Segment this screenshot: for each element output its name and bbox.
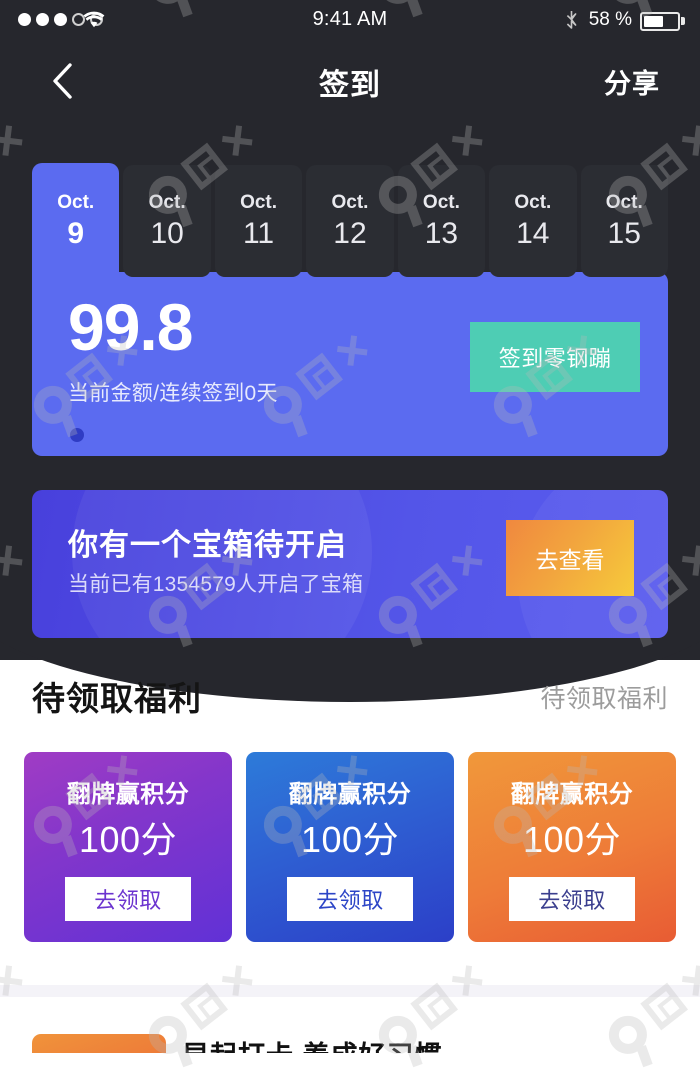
date-tab-1[interactable]: Oct. 10 <box>123 165 211 277</box>
carousel-page-dot[interactable] <box>70 428 84 442</box>
bluetooth-icon <box>566 11 577 29</box>
habit-title: 早起打卡 养成好习惯 <box>182 1034 443 1053</box>
date-tab-month: Oct. <box>57 192 95 214</box>
welfare-card-value: 100分 <box>300 819 400 860</box>
signin-card: 99.8 当前金额/连续签到0天 签到零钢蹦 <box>32 272 668 456</box>
date-tab-0[interactable]: Oct. 9 <box>32 163 120 279</box>
date-tab-4[interactable]: Oct. 13 <box>397 165 486 277</box>
welfare-card[interactable]: 翻牌赢积分 100分 去领取 <box>24 752 232 942</box>
date-tab-day: 14 <box>516 216 550 250</box>
date-tab-5[interactable]: Oct. 14 <box>489 165 577 277</box>
habit-list-item[interactable]: 早起打卡 养成好习惯 <box>0 1030 700 1053</box>
welfare-section-title: 待领取福利 <box>32 680 202 717</box>
status-bar: 9:41 AM 58 % <box>0 0 700 40</box>
treasure-box-banner[interactable]: 你有一个宝箱待开启 当前已有1354579人开启了宝箱 去查看 <box>32 490 668 638</box>
date-tab-3[interactable]: Oct. 12 <box>306 165 394 277</box>
date-tab-day: 9 <box>67 216 85 250</box>
welfare-card-value: 100分 <box>78 819 178 860</box>
date-tab-day: 15 <box>607 216 641 250</box>
date-tab-day: 12 <box>333 216 367 250</box>
battery-icon <box>640 12 680 31</box>
welfare-claim-button[interactable]: 去领取 <box>287 877 413 921</box>
date-tab-strip: Oct. 9 Oct. 10 Oct. 11 Oct. 12 Oct. 13 O… <box>32 163 668 279</box>
date-tab-6[interactable]: Oct. 15 <box>580 165 668 277</box>
welfare-card[interactable]: 翻牌赢积分 100分 去领取 <box>468 752 676 942</box>
habit-thumbnail <box>32 1034 166 1053</box>
date-tab-month: Oct. <box>514 192 552 214</box>
current-amount-caption: 当前金额/连续签到0天 <box>68 382 278 405</box>
date-tab-day: 10 <box>150 216 184 250</box>
welfare-section-title-secondary: 待领取福利 <box>540 685 668 713</box>
page-title: 签到 <box>319 69 381 102</box>
date-tab-month: Oct. <box>422 192 460 214</box>
treasure-view-button[interactable]: 去查看 <box>506 520 634 596</box>
decorative-circle <box>72 490 372 638</box>
date-tab-month: Oct. <box>148 192 186 214</box>
current-amount-value: 99.8 <box>68 290 193 364</box>
welfare-card[interactable]: 翻牌赢积分 100分 去领取 <box>246 752 454 942</box>
welfare-card-list: 翻牌赢积分 100分 去领取 翻牌赢积分 100分 去领取 翻牌赢积分 100分… <box>24 752 676 942</box>
section-separator <box>0 985 700 997</box>
welfare-card-title: 翻牌赢积分 <box>510 781 634 808</box>
welfare-card-title: 翻牌赢积分 <box>288 781 412 808</box>
navigation-bar: 签到 分享 <box>0 42 700 120</box>
treasure-subtitle: 当前已有1354579人开启了宝箱 <box>68 573 364 596</box>
date-tab-month: Oct. <box>240 192 278 214</box>
date-tab-month: Oct. <box>331 192 369 214</box>
date-tab-day: 11 <box>242 216 275 250</box>
date-tab-2[interactable]: Oct. 11 <box>214 165 303 277</box>
signin-action-button[interactable]: 签到零钢蹦 <box>470 322 640 392</box>
battery-cap-icon <box>681 17 685 25</box>
welfare-claim-button[interactable]: 去领取 <box>509 877 635 921</box>
treasure-title: 你有一个宝箱待开启 <box>68 529 347 562</box>
share-button[interactable]: 分享 <box>604 62 660 101</box>
date-tab-month: Oct. <box>605 192 643 214</box>
welfare-card-title: 翻牌赢积分 <box>66 781 190 808</box>
battery-percent-label: 58 % <box>588 9 632 30</box>
date-tab-day: 13 <box>424 216 459 250</box>
welfare-card-value: 100分 <box>522 819 622 860</box>
welfare-claim-button[interactable]: 去领取 <box>65 877 191 921</box>
